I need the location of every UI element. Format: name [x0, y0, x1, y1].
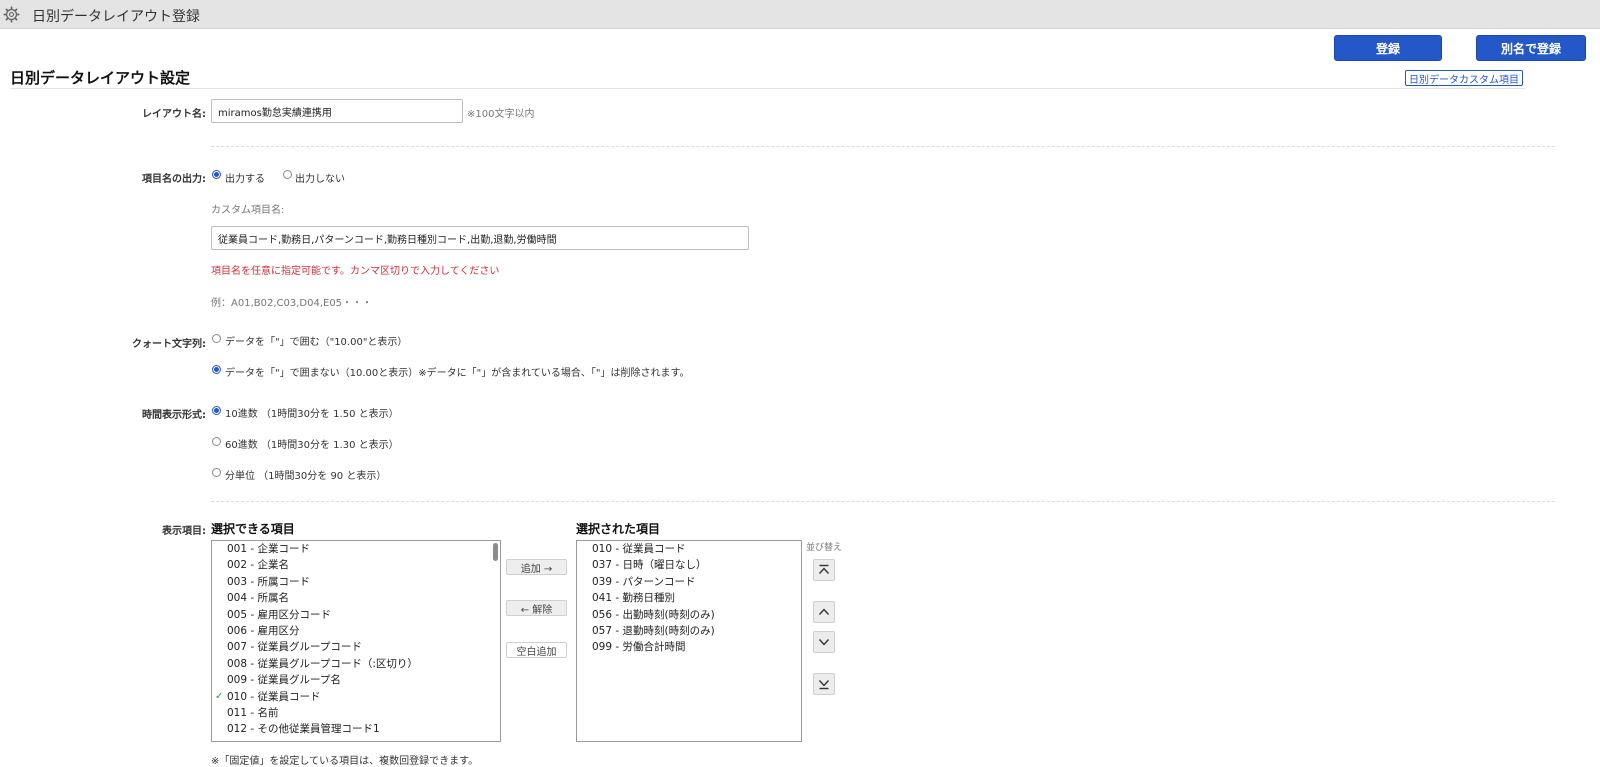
move-down-button[interactable] [813, 631, 835, 653]
add-item-button[interactable]: 追加 → [506, 559, 567, 575]
available-list-item[interactable]: 007 - 従業員グループコード [212, 639, 500, 655]
radio-time-sexagesimal[interactable] [212, 437, 221, 446]
selected-list-item[interactable]: 010 - 従業員コード [577, 541, 801, 557]
move-bottom-icon [818, 680, 830, 690]
available-list-item-label: 011 - 名前 [227, 706, 279, 719]
radio-quote-no-enclose[interactable] [212, 365, 221, 374]
radio-output-no[interactable] [283, 170, 292, 179]
register-button[interactable]: 登録 [1334, 35, 1442, 61]
window-title: 日別データレイアウト登録 [32, 9, 200, 25]
layout-name-hint: ※100文字以内 [467, 109, 535, 120]
available-list-item[interactable]: 006 - 雇用区分 [212, 623, 500, 639]
register-as-button[interactable]: 別名で登録 [1476, 35, 1586, 61]
gear-icon [3, 6, 20, 23]
move-bottom-button[interactable] [813, 673, 835, 695]
available-list-item[interactable]: 005 - 雇用区分コード [212, 607, 500, 623]
selected-list-item[interactable]: 099 - 労働合計時間 [577, 639, 801, 655]
time-format-label: 時間表示形式: [142, 410, 206, 421]
radio-output-yes-label: 出力する [225, 174, 265, 185]
radio-time-minutes-label: 分単位 （1時間30分を 90 と表示） [225, 471, 387, 482]
available-list-item-label: 006 - 雇用区分 [227, 624, 300, 637]
available-list-item-label: 012 - その他従業員管理コード1 [227, 723, 380, 736]
custom-item-name-example: 例：A01,B02,C03,D04,E05・・・ [211, 298, 373, 309]
custom-item-name-note: 項目名を任意に指定可能です。カンマ区切りで入力してください [211, 266, 500, 277]
selected-items-title: 選択された項目 [576, 522, 661, 536]
available-list-item-label: 009 - 従業員グループ名 [227, 674, 341, 687]
title-bar: 日別データレイアウト登録 [0, 0, 1600, 29]
sort-label: 並び替え [806, 543, 843, 553]
selected-items-list[interactable]: 010 - 従業員コード 037 - 日時（曜日なし） 039 - パターンコード 0… [576, 540, 802, 742]
move-top-button[interactable] [813, 559, 835, 581]
available-list-item[interactable]: 004 - 所属名 [212, 590, 500, 606]
radio-quote-no-enclose-label: データを「"」で囲まない（10.00と表示）※データに「"」が含まれている場合、… [225, 368, 690, 379]
available-list-item[interactable]: 011 - 名前 [212, 705, 500, 721]
divider [211, 146, 1555, 147]
chevron-up-icon [818, 608, 830, 615]
add-blank-button[interactable]: 空白追加 [506, 642, 567, 658]
remove-item-button[interactable]: ← 解除 [506, 600, 567, 616]
radio-time-decimal[interactable] [212, 406, 221, 415]
available-list-item[interactable]: 009 - 従業員グループ名 [212, 672, 500, 688]
radio-output-no-label: 出力しない [295, 174, 345, 185]
available-list-item[interactable]: 003 - 所属コード [212, 574, 500, 590]
selected-list-item[interactable]: 037 - 日時（曜日なし） [577, 557, 801, 573]
available-list-item-label: 004 - 所属名 [227, 592, 290, 605]
section-title: 日別データレイアウト設定 [10, 69, 191, 87]
available-list-item[interactable]: 008 - 従業員グループコード（:区切り） [212, 656, 500, 672]
available-list-item-label: 001 - 企業コード [227, 543, 311, 555]
item-name-output-label: 項目名の出力: [142, 174, 206, 185]
available-list-item-label: 002 - 企業名 [227, 559, 290, 572]
radio-quote-enclose-label: データを「"」で囲む（"10.00"と表示） [225, 337, 408, 348]
custom-item-name-input[interactable]: 従業員コード,勤務日,パターンコード,勤務日種別コード,出勤,退勤,労働時間 [211, 226, 749, 250]
available-list-item-label: 008 - 従業員グループコード（:区切り） [227, 657, 418, 670]
section-divider [10, 88, 1525, 89]
available-list-item-label: 003 - 所属コード [227, 575, 311, 588]
quote-label: クォート文字列: [132, 339, 206, 350]
radio-time-decimal-label: 10進数 （1時間30分を 1.50 と表示） [225, 409, 399, 420]
display-items-label: 表示項目: [162, 526, 206, 537]
available-list-item[interactable]: 001 - 企業コード [212, 541, 500, 557]
radio-time-sexagesimal-label: 60進数 （1時間30分を 1.30 と表示） [225, 440, 399, 451]
available-list-item[interactable]: 012 - その他従業員管理コード1 [212, 721, 500, 737]
selected-list-item[interactable]: 039 - パターンコード [577, 574, 801, 590]
chevron-down-icon [818, 639, 830, 646]
custom-items-link[interactable]: 日別データカスタム項目 [1405, 70, 1523, 86]
available-list-item-label: 010 - 従業員コード [227, 690, 321, 703]
divider [211, 501, 1555, 502]
selected-list-item[interactable]: 041 - 勤務日種別 [577, 590, 801, 606]
custom-item-name-label: カスタム項目名: [211, 205, 285, 216]
radio-time-minutes[interactable] [212, 468, 221, 477]
available-list-item[interactable]: 002 - 企業名 [212, 557, 500, 573]
check-icon: ✓ [215, 690, 224, 702]
available-list-item-label: 007 - 従業員グループコード [227, 641, 362, 654]
move-top-icon [818, 564, 830, 574]
available-list-item[interactable]: ✓ 010 - 従業員コード [212, 689, 500, 705]
move-up-button[interactable] [813, 601, 835, 623]
radio-quote-enclose[interactable] [212, 334, 221, 343]
layout-name-label: レイアウト名: [142, 109, 206, 120]
available-items-title: 選択できる項目 [211, 522, 295, 536]
layout-name-input[interactable]: miramos勤怠実績連携用 [211, 99, 463, 123]
available-items-list[interactable]: 001 - 企業コード 002 - 企業名 003 - 所属コード 004 - 所属名… [211, 540, 501, 742]
available-list-item-label: 005 - 雇用区分コード [227, 608, 332, 621]
selected-list-item[interactable]: 057 - 退勤時刻(時刻のみ) [577, 623, 801, 639]
radio-output-yes[interactable] [212, 170, 221, 179]
selected-list-item[interactable]: 056 - 出勤時刻(時刻のみ) [577, 607, 801, 623]
